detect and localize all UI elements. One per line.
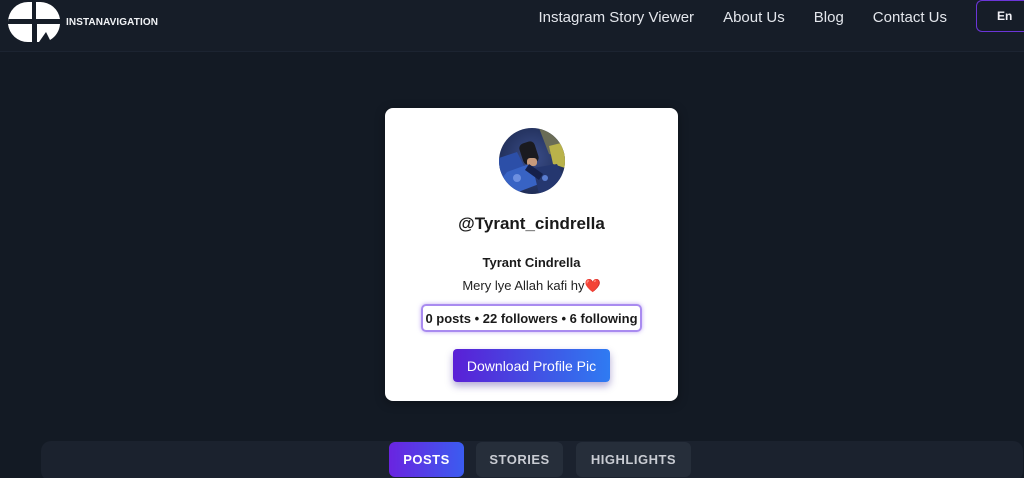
profile-card: @Tyrant_cindrella Tyrant Cindrella Mery … bbox=[385, 108, 678, 401]
nav-link-story-viewer[interactable]: Instagram Story Viewer bbox=[538, 9, 694, 26]
tab-posts[interactable]: POSTS bbox=[389, 442, 464, 477]
profile-bio-text: Mery lye Allah kafi hy bbox=[462, 278, 585, 293]
brand[interactable]: INSTANAVIGATION bbox=[8, 1, 158, 43]
nav-links: Instagram Story Viewer About Us Blog Con… bbox=[538, 0, 1024, 34]
tab-stories[interactable]: STORIES bbox=[476, 442, 563, 477]
brand-logo-icon bbox=[8, 2, 60, 42]
language-select[interactable]: En bbox=[976, 0, 1024, 32]
profile-username: @Tyrant_cindrella bbox=[458, 214, 605, 233]
heart-icon: ❤️ bbox=[584, 278, 601, 293]
profile-bio: Mery lye Allah kafi hy❤️ bbox=[385, 278, 678, 294]
tab-highlights[interactable]: HIGHLIGHTS bbox=[576, 442, 691, 477]
nav-link-about-us[interactable]: About Us bbox=[723, 9, 785, 26]
top-navbar: INSTANAVIGATION Instagram Story Viewer A… bbox=[0, 0, 1024, 52]
profile-full-name: Tyrant Cindrella bbox=[482, 255, 581, 270]
profile-photo bbox=[499, 128, 565, 194]
nav-link-blog[interactable]: Blog bbox=[814, 9, 844, 26]
content-tabs: POSTS STORIES HIGHLIGHTS bbox=[41, 441, 1023, 478]
profile-stats: 0 posts • 22 followers • 6 following bbox=[421, 304, 642, 332]
brand-name: INSTANAVIGATION bbox=[66, 16, 159, 28]
nav-link-contact-us[interactable]: Contact Us bbox=[873, 9, 947, 26]
avatar bbox=[499, 128, 565, 194]
download-profile-pic-button[interactable]: Download Profile Pic bbox=[453, 349, 610, 382]
